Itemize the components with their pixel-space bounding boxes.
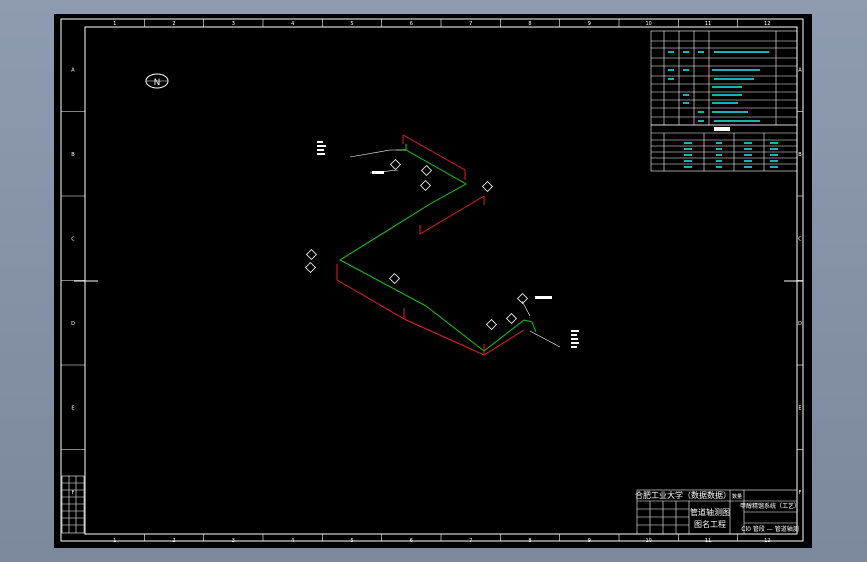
project-name: 甲醇精馏系统（工艺）: [740, 502, 800, 510]
zone-label-col-bottom-2: 2: [172, 538, 175, 544]
zone-label-col-bottom-6: 6: [410, 538, 413, 544]
zone-label-row-left-B: B: [71, 152, 75, 158]
zone-label-col-top-11: 11: [705, 21, 711, 27]
zone-label-col-top-3: 3: [232, 21, 235, 27]
callout-marker-3: [481, 180, 494, 193]
zone-label-col-top-10: 10: [645, 21, 651, 27]
drawing-subtitle: 图名工程: [694, 519, 726, 529]
callout-marker-1: [389, 158, 402, 171]
zone-label-row-right-A: A: [798, 67, 802, 73]
callout-marker-5: [305, 248, 318, 261]
zone-label-row-left-F: F: [72, 490, 75, 496]
leader-lines: [349, 149, 561, 348]
callout-marker-6: [304, 261, 317, 274]
zone-label-row-left-A: A: [71, 67, 75, 73]
zone-label-col-bottom-4: 4: [291, 538, 294, 544]
zone-label-col-bottom-10: 10: [645, 538, 651, 544]
zone-label-row-left-D: D: [71, 321, 75, 327]
inner-frame: [84, 26, 798, 535]
drawing-sheet: 1 1 2 2 3 3 4 4 5 5 6 6 7 7 8 8 9 9 10 10 11 11 12 12 A A B B C C D D E E…: [54, 14, 812, 548]
pipe-route: [339, 144, 537, 352]
zone-label-row-left-C: C: [71, 236, 75, 242]
north-label: N: [154, 78, 161, 88]
zone-label-col-bottom-3: 3: [232, 538, 235, 544]
callout-marker-7: [388, 272, 401, 285]
zone-label-col-bottom-7: 7: [469, 538, 472, 544]
callout-marker-4: [419, 179, 432, 192]
zone-markers: 112233445566778899101011111212A AB BC CD DE E…: [61, 19, 803, 544]
zone-label-row-right-E: E: [798, 405, 801, 411]
revision-block: [61, 475, 85, 534]
code-label: 数量: [732, 493, 742, 500]
school-name: 合肥工业大学（数据数据）: [635, 490, 731, 500]
zone-label-col-bottom-1: 1: [113, 538, 116, 544]
zone-label-col-top-1: 1: [113, 21, 116, 27]
drawing-title: 管道轴测图: [690, 507, 730, 517]
zone-label-col-bottom-5: 5: [350, 538, 353, 544]
isometric-pipe-drawing: 112233445566778899101011111212A AB BC CD DE E…: [60, 18, 804, 544]
north-arrow-icon: N: [145, 73, 169, 89]
zone-label-col-bottom-9: 9: [588, 538, 591, 544]
zone-label-col-top-6: 6: [410, 21, 413, 27]
callout-markers: [304, 158, 529, 331]
callout-marker-10: [505, 312, 518, 325]
zone-label-col-top-9: 9: [588, 21, 591, 27]
zone-label-col-top-7: 7: [469, 21, 472, 27]
pipe-spec-table-text: [668, 51, 769, 122]
annotation-text-blocks: [317, 141, 579, 348]
callout-marker-2: [420, 164, 433, 177]
zone-label-row-left-E: E: [71, 405, 74, 411]
zone-label-col-top-2: 2: [172, 21, 175, 27]
zone-label-col-top-5: 5: [350, 21, 353, 27]
zone-label-col-top-4: 4: [291, 21, 294, 27]
pipe-centerline: [339, 149, 525, 352]
outer-frame: [60, 18, 804, 542]
callout-marker-9: [485, 318, 498, 331]
zone-label-row-right-C: C: [798, 236, 802, 242]
zone-label-row-right-F: F: [799, 490, 802, 496]
zone-label-col-bottom-12: 12: [764, 538, 770, 544]
zone-label-col-bottom-11: 11: [705, 538, 711, 544]
zone-label-col-top-12: 12: [764, 21, 770, 27]
zone-label-col-bottom-8: 8: [528, 538, 531, 544]
zone-label-col-top-8: 8: [528, 21, 531, 27]
sheet-title: Cl0 管段 — 管道轴测: [741, 525, 798, 533]
zone-label-row-right-D: D: [798, 321, 802, 327]
zone-label-row-right-B: B: [798, 152, 802, 158]
